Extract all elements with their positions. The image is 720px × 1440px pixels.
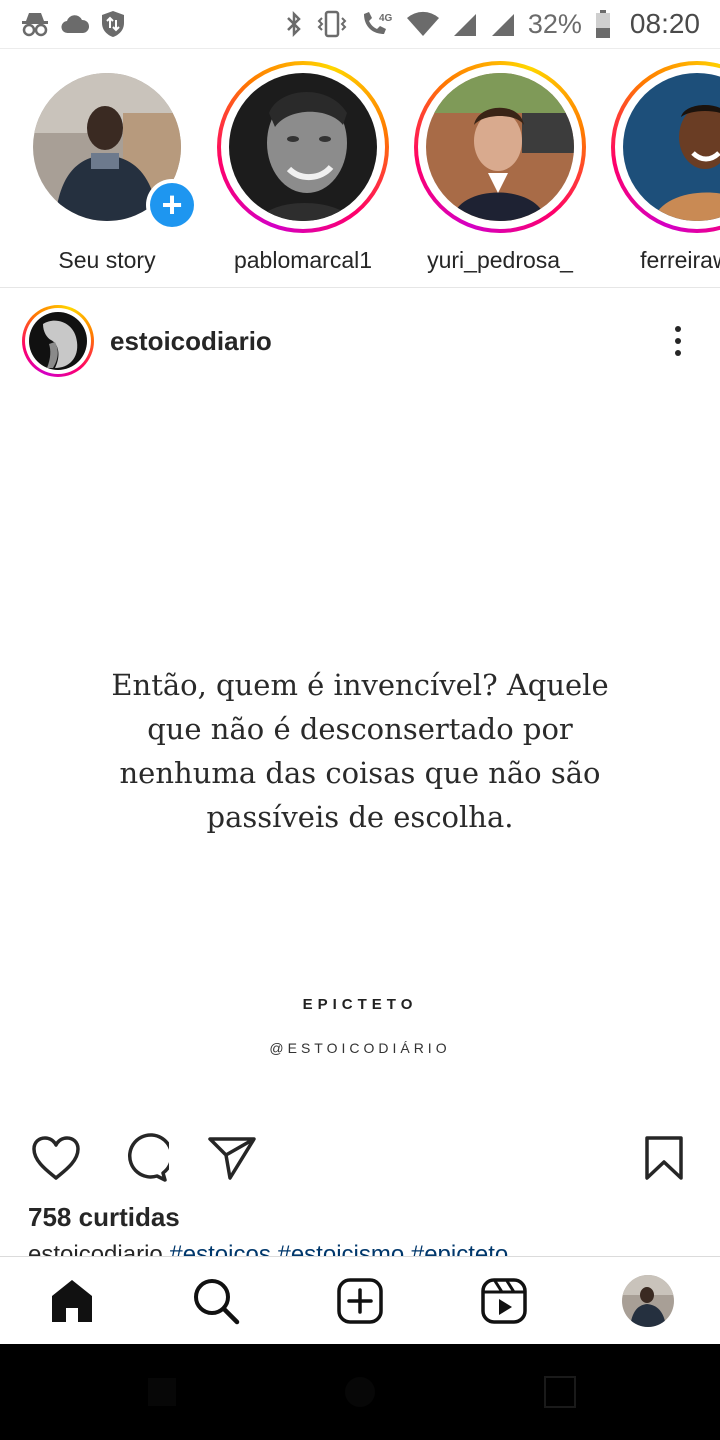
- story-username: yuri_pedrosa_: [427, 247, 573, 273]
- bluetooth-icon: [284, 10, 304, 38]
- home-icon: [52, 1280, 92, 1322]
- home-circle-icon: [345, 1377, 375, 1407]
- system-home-button[interactable]: [342, 1374, 378, 1410]
- post-caption[interactable]: estoicodiario #estoicos #estoicismo #epi…: [28, 1242, 708, 1256]
- story-item[interactable]: ferreirawas: [608, 61, 720, 274]
- save-button[interactable]: [636, 1130, 692, 1186]
- story-ring: [217, 61, 389, 233]
- story-username: pablomarcal1: [233, 247, 373, 273]
- search-icon: [194, 1279, 240, 1325]
- signal-icon: [490, 11, 516, 37]
- image-watermark-handle: @ESTOICODIÁRIO: [269, 1040, 451, 1056]
- post-header: estoicodiario: [0, 289, 720, 393]
- story-avatar: [426, 73, 574, 221]
- incognito-icon: [20, 11, 50, 37]
- share-button[interactable]: [204, 1130, 260, 1186]
- battery-icon: [594, 9, 612, 39]
- recents-icon: [544, 1376, 576, 1408]
- story-username: Seu story: [58, 247, 156, 273]
- story-ring: [414, 61, 586, 233]
- network-label: 4G: [379, 13, 393, 24]
- nav-search[interactable]: [186, 1271, 246, 1331]
- system-navigation-bar: [0, 1344, 720, 1440]
- back-icon: [148, 1378, 176, 1406]
- nav-reels[interactable]: [474, 1271, 534, 1331]
- post-actions: [0, 1122, 720, 1194]
- bookmark-icon: [645, 1136, 683, 1180]
- caption-username[interactable]: estoicodiario: [28, 1242, 163, 1256]
- wifi-icon: [406, 11, 440, 37]
- status-bar: 4G 32% 08:20: [0, 0, 720, 48]
- nav-profile[interactable]: [618, 1271, 678, 1331]
- cloud-icon: [60, 13, 90, 35]
- quote-author: EPICTETO: [302, 996, 418, 1013]
- more-options-icon[interactable]: [658, 311, 698, 371]
- story-avatar: [623, 73, 720, 221]
- clock: 08:20: [629, 8, 700, 39]
- caption-hashtags[interactable]: #estoicos #estoicismo #epicteto: [169, 1242, 508, 1256]
- bottom-navigation: [0, 1256, 720, 1344]
- comment-icon: [128, 1133, 169, 1182]
- reels-icon: [481, 1278, 527, 1324]
- heart-icon: [32, 1136, 80, 1180]
- story-avatar: [229, 73, 377, 221]
- story-username: ferreirawas: [640, 247, 720, 273]
- shield-sync-icon: [100, 10, 126, 38]
- nav-new-post[interactable]: [330, 1271, 390, 1331]
- likes-count[interactable]: 758 curtidas: [28, 1202, 180, 1233]
- system-back-button[interactable]: [144, 1374, 180, 1410]
- story-ring: [611, 61, 720, 233]
- volte-call-icon: 4G: [360, 10, 394, 38]
- send-icon: [208, 1137, 256, 1180]
- post-image[interactable]: Então, quem é invencível? Aquele que não…: [0, 393, 720, 1113]
- post-username[interactable]: estoicodiario: [110, 326, 272, 357]
- battery-percent: 32%: [527, 8, 582, 39]
- plus-icon: +: [150, 183, 194, 227]
- story-own[interactable]: + Seu story: [18, 61, 198, 274]
- nav-home[interactable]: [42, 1271, 102, 1331]
- post-author-avatar[interactable]: [22, 305, 94, 377]
- story-item[interactable]: yuri_pedrosa_: [411, 61, 589, 274]
- add-story-button[interactable]: +: [146, 179, 198, 231]
- stories-tray[interactable]: + Seu story pablomarcal1 yuri_pedrosa_ f…: [0, 48, 720, 288]
- new-post-icon: [337, 1278, 383, 1324]
- system-recents-button[interactable]: [542, 1374, 578, 1410]
- like-button[interactable]: [28, 1130, 84, 1186]
- signal-icon: [452, 11, 478, 37]
- vibrate-icon: [316, 10, 348, 38]
- story-item[interactable]: pablomarcal1: [214, 61, 392, 274]
- profile-avatar: [622, 1275, 674, 1327]
- post-quote: Então, quem é invencível? Aquele que não…: [111, 668, 609, 834]
- comment-button[interactable]: [116, 1130, 172, 1186]
